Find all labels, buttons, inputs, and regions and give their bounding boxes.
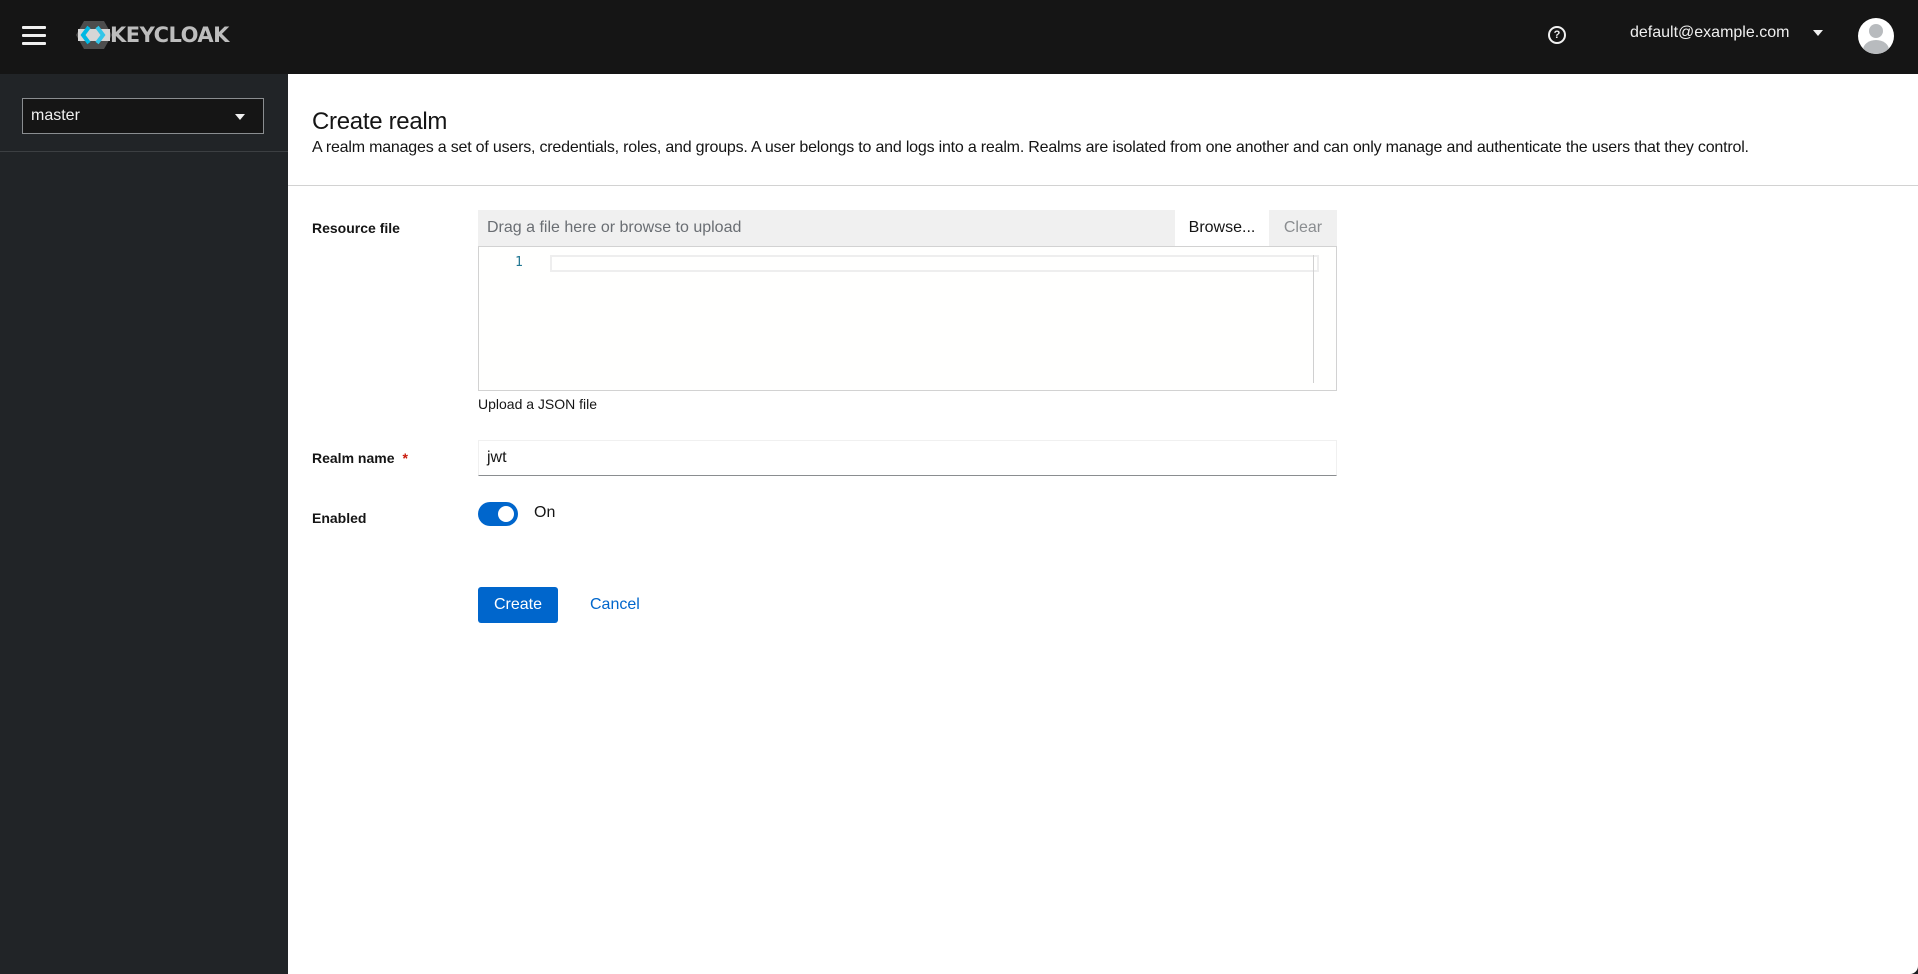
main-content: Create realm A realm manages a set of us… [288,74,1918,974]
json-code-editor[interactable]: 1 [478,246,1337,391]
realm-selector-value: master [31,107,80,124]
page-description: A realm manages a set of users, credenti… [312,139,1749,156]
help-icon[interactable]: ? [1548,26,1566,44]
avatar[interactable] [1858,18,1894,54]
caret-down-icon [235,114,245,120]
editor-scrollbar[interactable] [1313,255,1314,383]
resource-file-upload[interactable]: Drag a file here or browse to upload Bro… [478,210,1337,391]
keycloak-logo[interactable]: KEYCLOAK [74,20,229,50]
realm-name-input[interactable]: jwt [478,440,1337,476]
avatar-body [1863,40,1889,54]
enabled-state-label: On [534,504,556,521]
clear-button[interactable]: Clear [1269,210,1337,246]
create-button[interactable]: Create [478,587,558,623]
resource-file-helper-text: Upload a JSON file [478,396,598,412]
cancel-button[interactable]: Cancel [574,587,656,623]
file-upload-placeholder: Drag a file here or browse to upload [487,219,742,236]
sidebar-divider [0,151,288,152]
hamburger-icon[interactable] [22,26,46,46]
caret-down-icon [1813,30,1824,36]
line-number: 1 [515,255,523,270]
page-title: Create realm [312,108,448,135]
realm-name-label-text: Realm name [312,450,395,466]
page-header: Create realm A realm manages a set of us… [288,74,1918,186]
enabled-toggle[interactable] [478,502,518,526]
enabled-label: Enabled [312,510,367,526]
required-marker: * [402,450,408,466]
realm-name-label: Realm name * [312,450,408,466]
keycloak-logo-icon [76,21,112,49]
realm-name-value: jwt [487,449,507,466]
file-drop-bar[interactable]: Drag a file here or browse to upload Bro… [478,210,1337,246]
masthead: KEYCLOAK ? default@example.com [0,0,1918,74]
current-line-highlight [550,255,1319,272]
user-label: default@example.com [1630,24,1790,41]
toggle-knob [498,506,514,522]
realm-selector[interactable]: master [22,98,264,134]
avatar-head [1869,24,1883,38]
resource-file-label: Resource file [312,220,400,236]
browse-button[interactable]: Browse... [1175,210,1269,246]
sidebar: master [0,74,288,974]
brand-name: KEYCLOAK [110,23,229,47]
user-menu-toggle[interactable]: default@example.com [1630,24,1824,42]
